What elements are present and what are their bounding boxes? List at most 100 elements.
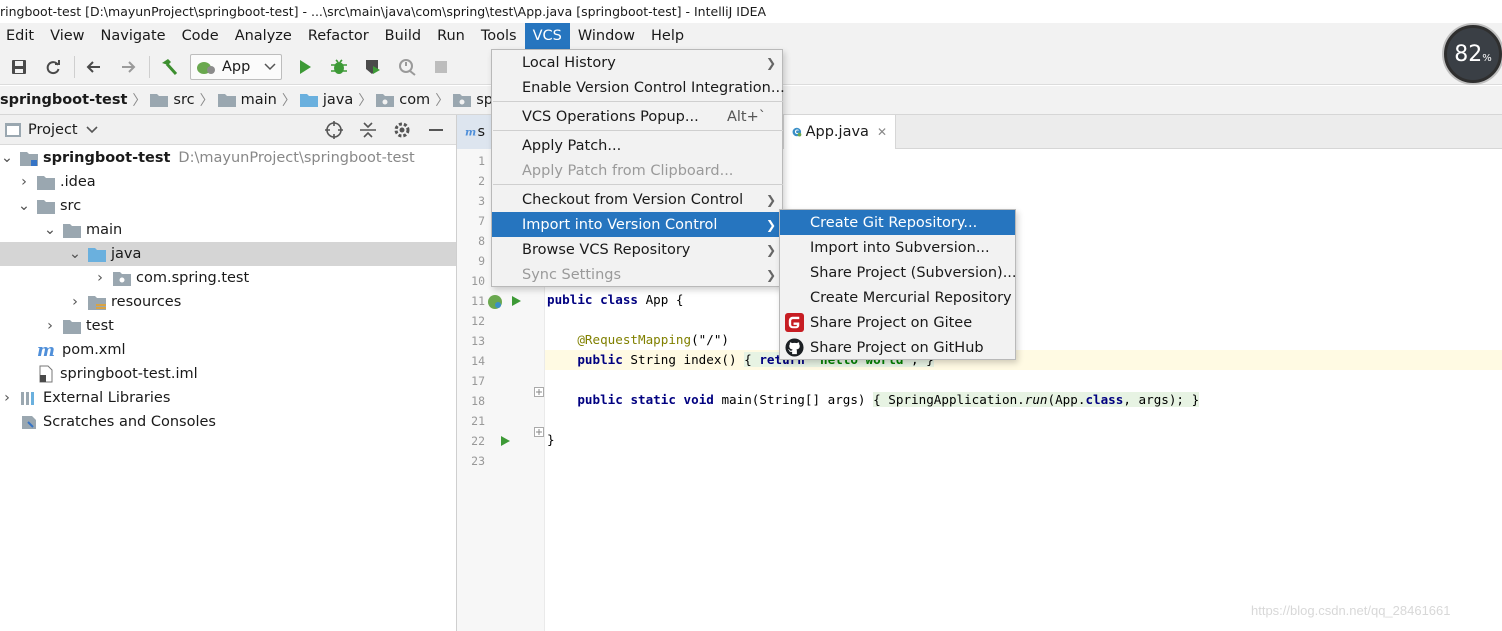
tree-item-resources[interactable]: › resources (0, 290, 456, 314)
chevron-down-icon[interactable]: ⌄ (43, 222, 57, 238)
menu-refactor[interactable]: Refactor (300, 23, 377, 49)
fold-expand-icon[interactable] (534, 427, 544, 437)
stop-icon[interactable] (428, 54, 454, 80)
line-number: 9 (478, 254, 485, 268)
menu-run[interactable]: Run (429, 23, 473, 49)
coverage-icon[interactable] (360, 54, 386, 80)
menu-item-import-into-subversion[interactable]: Import into Subversion... (780, 235, 1015, 260)
source-folder-icon (88, 247, 106, 262)
chevron-right-icon[interactable]: › (17, 174, 31, 190)
menu-item-apply-patch-clipboard[interactable]: Apply Patch from Clipboard... (492, 158, 782, 183)
build-hammer-icon[interactable] (156, 54, 182, 80)
editor-tab-app-java[interactable]: C App.java ✕ (783, 115, 896, 149)
tree-item-package[interactable]: › com.spring.test (0, 266, 456, 290)
run-configuration-select[interactable]: App (190, 53, 282, 80)
menu-item-vcs-operations-popup[interactable]: VCS Operations Popup... Alt+` (492, 104, 782, 129)
locate-file-icon[interactable] (324, 120, 344, 140)
menu-item-share-on-github[interactable]: Share Project on GitHub (780, 335, 1015, 360)
tree-item-main[interactable]: ⌄ main (0, 218, 456, 242)
breadcrumb-item[interactable]: springboot-test 〉 (0, 90, 146, 110)
menu-item-apply-patch[interactable]: Apply Patch... (492, 133, 782, 158)
menu-item-share-on-gitee[interactable]: Share Project on Gitee (780, 310, 1015, 335)
run-gutter-icon[interactable] (498, 434, 512, 448)
tree-item-label: springboot-test (43, 150, 171, 166)
code-fold-region[interactable]: { SpringApplication.run(App.class, args)… (873, 392, 1200, 407)
menu-edit[interactable]: Edit (0, 23, 42, 49)
run-icon[interactable] (292, 54, 318, 80)
back-icon[interactable] (81, 54, 107, 80)
tree-item-pom[interactable]: m pom.xml (0, 338, 456, 362)
gear-icon[interactable] (392, 120, 412, 140)
menu-window[interactable]: Window (570, 23, 643, 49)
menu-analyze[interactable]: Analyze (227, 23, 300, 49)
tree-item-scratches[interactable]: Scratches and Consoles (0, 410, 456, 434)
chevron-right-icon[interactable]: › (68, 294, 82, 310)
fold-expand-icon[interactable] (534, 387, 544, 397)
menu-item-checkout[interactable]: Checkout from Version Control ❯ (492, 187, 782, 212)
menu-item-create-git-repository[interactable]: Create Git Repository... (780, 210, 1015, 235)
menu-help[interactable]: Help (643, 23, 692, 49)
folder-icon (150, 94, 169, 107)
editor-tab-label: App.java (805, 124, 869, 140)
tree-item-idea[interactable]: › .idea (0, 170, 456, 194)
project-panel-title[interactable]: Project (28, 122, 78, 138)
tree-item-label: resources (111, 294, 182, 310)
breadcrumb-item[interactable]: src 〉 (146, 90, 214, 110)
chevron-right-icon[interactable]: › (93, 270, 107, 286)
breadcrumb-label: main (240, 92, 277, 108)
tree-item-test[interactable]: › test (0, 314, 456, 338)
tree-item-java[interactable]: ⌄ java (0, 242, 456, 266)
profile-icon[interactable] (394, 54, 420, 80)
menu-item-import-into-vcs[interactable]: Import into Version Control ❯ (492, 212, 782, 237)
debug-icon[interactable] (326, 54, 352, 80)
forward-icon[interactable] (115, 54, 141, 80)
chevron-right-icon: ❯ (765, 217, 776, 232)
minimize-icon[interactable] (426, 120, 446, 140)
breadcrumb-label: com (399, 92, 431, 108)
menu-vcs[interactable]: VCS (524, 23, 570, 49)
tree-item-src[interactable]: ⌄ src (0, 194, 456, 218)
close-icon[interactable]: ✕ (877, 125, 887, 139)
chevron-down-icon[interactable]: ⌄ (0, 150, 14, 166)
menu-item-share-project-subversion[interactable]: Share Project (Subversion)... (780, 260, 1017, 285)
sync-icon[interactable] (40, 54, 66, 80)
menu-item-local-history[interactable]: Local History ❯ (492, 50, 782, 75)
breadcrumb-item[interactable]: main 〉 (214, 90, 296, 110)
menu-build[interactable]: Build (377, 23, 429, 49)
chevron-down-icon[interactable] (86, 125, 98, 134)
chevron-right-icon[interactable]: › (0, 390, 14, 406)
tree-item-external-libraries[interactable]: › External Libraries (0, 386, 456, 410)
breadcrumb-item[interactable]: com 〉 (372, 90, 449, 110)
line-number: 22 (471, 434, 485, 448)
menu-code[interactable]: Code (174, 23, 227, 49)
tree-item-label: springboot-test.iml (60, 366, 198, 382)
chevron-down-icon[interactable]: ⌄ (68, 246, 82, 262)
collapse-all-icon[interactable] (358, 120, 378, 140)
menu-item-sync-settings[interactable]: Sync Settings ❯ (492, 262, 782, 287)
module-folder-icon (20, 151, 38, 166)
tree-item-label: src (60, 198, 82, 214)
code-token: class (1085, 392, 1124, 407)
cpu-usage-badge[interactable]: 82% (1444, 25, 1502, 83)
menu-item-browse-vcs[interactable]: Browse VCS Repository ❯ (492, 237, 782, 262)
import-into-vcs-submenu: Create Git Repository... Import into Sub… (779, 209, 1017, 360)
menu-item-enable-vcs[interactable]: Enable Version Control Integration... (492, 75, 785, 100)
menu-tools[interactable]: Tools (473, 23, 525, 49)
chevron-right-icon: 〉 (358, 93, 373, 109)
menu-navigate[interactable]: Navigate (93, 23, 174, 49)
menu-item-create-mercurial-repository[interactable]: Create Mercurial Repository (780, 285, 1015, 310)
run-gutter-icon[interactable] (509, 294, 523, 308)
tree-item-project-root[interactable]: ⌄ springboot-test D:\mayunProject\spring… (0, 146, 456, 170)
tree-item-label: pom.xml (62, 342, 126, 358)
chevron-right-icon[interactable]: › (43, 318, 57, 334)
chevron-down-icon[interactable]: ⌄ (17, 198, 31, 214)
editor-tab-label: s (477, 124, 485, 140)
spring-bean-icon[interactable] (487, 294, 503, 310)
breadcrumb-item[interactable]: java 〉 (296, 90, 372, 110)
save-icon[interactable] (6, 54, 32, 80)
breadcrumb-label: src (173, 92, 195, 108)
tree-item-iml[interactable]: springboot-test.iml (0, 362, 456, 386)
menu-view[interactable]: View (42, 23, 92, 49)
code-token: class (600, 292, 639, 307)
editor-tab-pom[interactable]: m s (457, 115, 493, 149)
